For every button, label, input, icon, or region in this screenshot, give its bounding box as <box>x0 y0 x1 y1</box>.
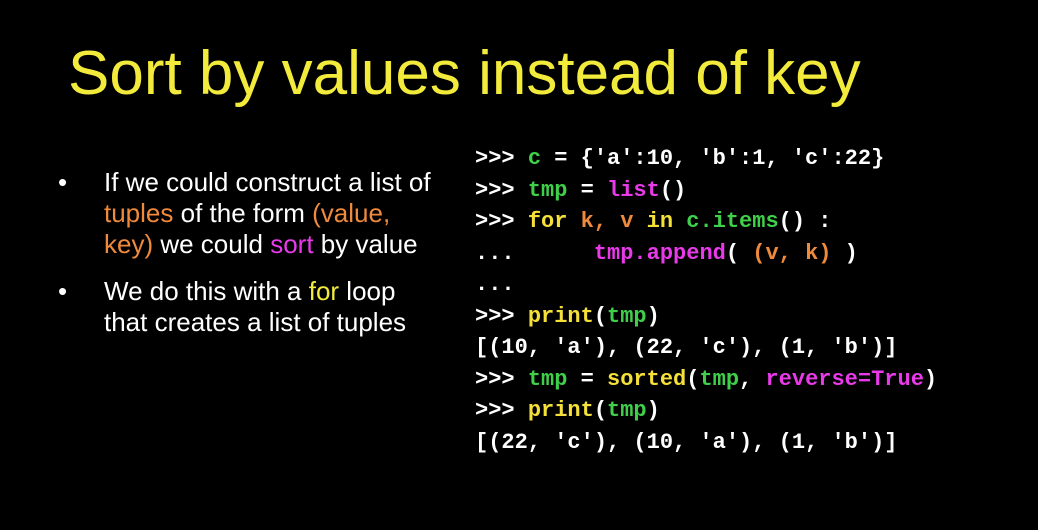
code-token: print <box>527 303 594 329</box>
bullet-highlight: sort <box>270 229 314 259</box>
slide-title: Sort by values instead of key <box>68 39 861 108</box>
code-token: >>> <box>475 366 528 392</box>
bullet-list: • If we could construct a list of tuples … <box>58 167 438 338</box>
code-line: ... tmp.append( (v, k) ) <box>475 238 937 270</box>
slide: Sort by values instead of key • If we cou… <box>0 0 1038 530</box>
code-token: for <box>527 209 568 234</box>
code-line: >>> for k, v in c.items() : <box>475 206 937 238</box>
bullet-text: We do this with a <box>104 276 309 306</box>
code-token: ) <box>646 398 660 423</box>
code-token: () <box>659 177 687 203</box>
code-token: (v, k) <box>752 240 832 266</box>
code-token: >>> <box>475 398 528 423</box>
code-line: >>> c = {'a':10, 'b':1, 'c':22} <box>475 143 937 175</box>
code-token: tmp <box>527 366 568 392</box>
code-token: , <box>739 366 766 392</box>
code-token: tmp <box>527 177 568 203</box>
code-token: = <box>567 177 608 203</box>
bullet-text: by value <box>313 229 418 259</box>
code-token: >>> <box>475 303 528 329</box>
bullet-text: of the form <box>173 198 313 228</box>
code-token: sorted <box>607 366 687 392</box>
code-token: tmp <box>699 366 740 392</box>
code-token: >>> <box>475 177 528 203</box>
code-token: tmp.append <box>593 240 726 266</box>
code-line: >>> tmp = list() <box>475 175 937 207</box>
code-token: print <box>527 398 594 423</box>
code-line: >>> tmp = sorted(tmp, reverse=True) <box>475 364 937 396</box>
code-token: reverse=True <box>765 366 924 392</box>
code-token: list <box>607 177 660 203</box>
code-token: ( <box>686 366 700 392</box>
code-token: ) <box>923 366 938 392</box>
bullet-marker: • <box>58 276 68 306</box>
bullet-text: If we could construct a list of <box>104 167 431 197</box>
code-token: = {'a':10, 'b':1, 'c':22} <box>541 146 885 171</box>
code-token: ( <box>725 240 753 266</box>
code-token: >>> <box>475 209 528 234</box>
code-line: >>> print(tmp) <box>475 395 937 427</box>
code-token: k, v <box>580 209 634 234</box>
code-line: [(10, 'a'), (22, 'c'), (1, 'b')] <box>475 332 937 364</box>
code-token: [(10, 'a'), (22, 'c'), (1, 'b')] <box>475 335 898 360</box>
code-token: = <box>567 366 608 392</box>
code-line: ... <box>475 269 937 301</box>
code-token: ( <box>593 398 608 423</box>
code-line: [(22, 'c'), (10, 'a'), (1, 'b')] <box>475 427 937 459</box>
bullet-highlight: tuples <box>104 198 174 228</box>
code-token: c.items <box>686 209 779 234</box>
code-token: [(22, 'c'), (10, 'a'), (1, 'b')] <box>475 429 898 455</box>
code-token: () : <box>778 209 832 234</box>
code-token: in <box>646 209 674 234</box>
code-token: c <box>527 146 542 171</box>
code-token: ... <box>475 240 594 266</box>
code-token: ( <box>593 303 608 329</box>
code-token: ... <box>475 272 515 297</box>
bullet-marker: • <box>58 167 68 197</box>
code-line: >>> print(tmp) <box>475 301 937 333</box>
bullet-item: • We do this with a for loop that creates… <box>58 276 438 338</box>
code-block: >>> c = {'a':10, 'b':1, 'c':22} >>> tmp =… <box>475 143 937 458</box>
bullet-item: • If we could construct a list of tuples … <box>58 167 438 260</box>
bullet-text: we could <box>153 229 271 259</box>
code-token: tmp <box>607 398 647 423</box>
code-token: >>> <box>475 146 528 171</box>
code-token: ) <box>831 240 858 266</box>
code-token: ) <box>646 303 660 329</box>
bullet-highlight: for <box>308 276 340 306</box>
code-token: tmp <box>607 303 647 329</box>
